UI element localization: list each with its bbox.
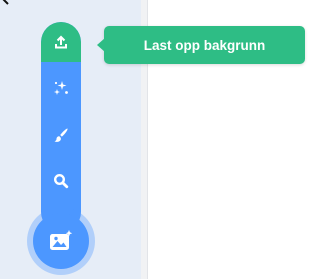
search-backdrop-button[interactable]: [41, 161, 81, 201]
upload-backdrop-tooltip: Last opp bakgrunn: [97, 26, 305, 64]
surprise-backdrop-button[interactable]: [41, 68, 81, 108]
surprise-icon: [54, 81, 68, 95]
choose-backdrop-icon: [50, 230, 73, 250]
backdrop-menu: [41, 22, 81, 232]
tooltip-label: Last opp bakgrunn: [143, 37, 266, 53]
upload-icon: [55, 35, 67, 49]
choose-backdrop-button[interactable]: [33, 213, 89, 269]
paint-backdrop-button[interactable]: [41, 115, 81, 155]
paint-icon: [54, 128, 68, 142]
corner-mark-icon: [2, 0, 9, 5]
upload-backdrop-button[interactable]: [41, 22, 81, 62]
backdrop-selector-area: Last opp bakgrunn: [0, 0, 312, 279]
tooltip-arrow: [97, 38, 105, 52]
search-icon: [53, 173, 69, 189]
